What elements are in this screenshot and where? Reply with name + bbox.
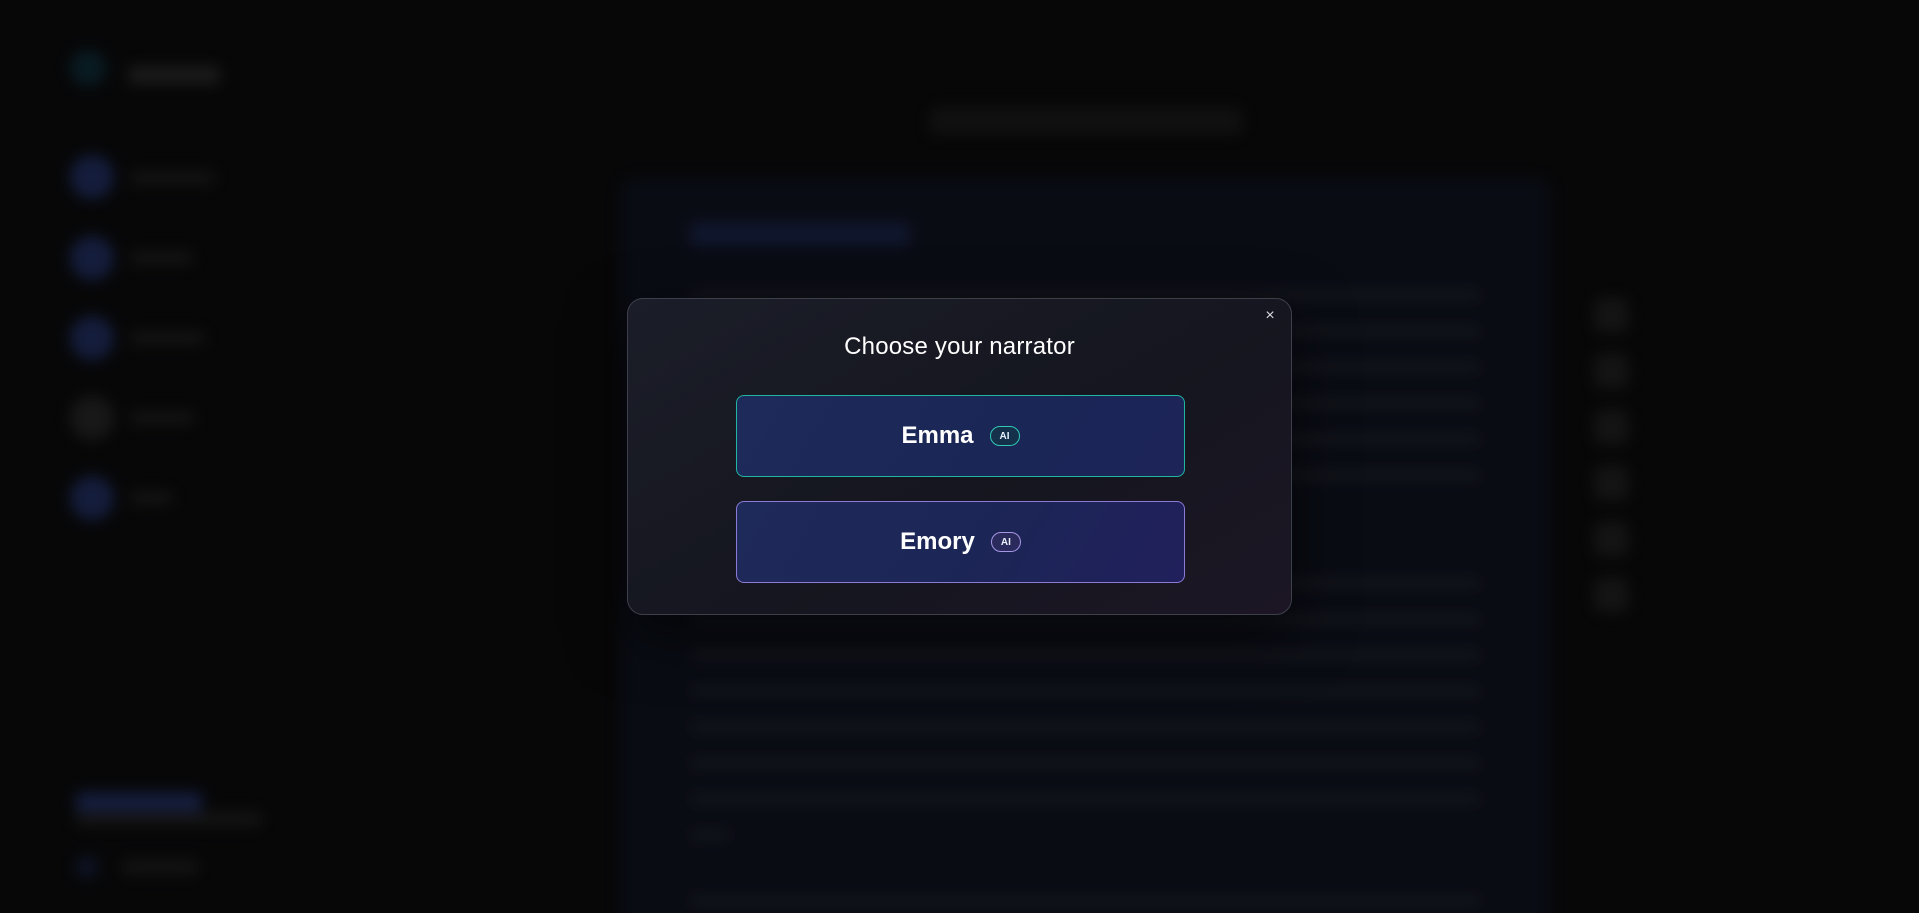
narrator-option-emory[interactable]: Emory AI <box>736 501 1185 583</box>
ai-badge: AI <box>989 426 1020 446</box>
narrator-dialog: × Choose your narrator Emma AI Emory AI <box>627 298 1292 615</box>
dialog-title: Choose your narrator <box>844 333 1075 360</box>
narrator-name: Emory <box>900 528 975 555</box>
close-icon[interactable]: × <box>1261 307 1279 325</box>
narrator-option-emma[interactable]: Emma AI <box>736 395 1185 477</box>
narrator-name: Emma <box>901 422 974 449</box>
app-page: × Choose your narrator Emma AI Emory AI <box>0 0 1919 913</box>
ai-badge: AI <box>990 532 1021 552</box>
